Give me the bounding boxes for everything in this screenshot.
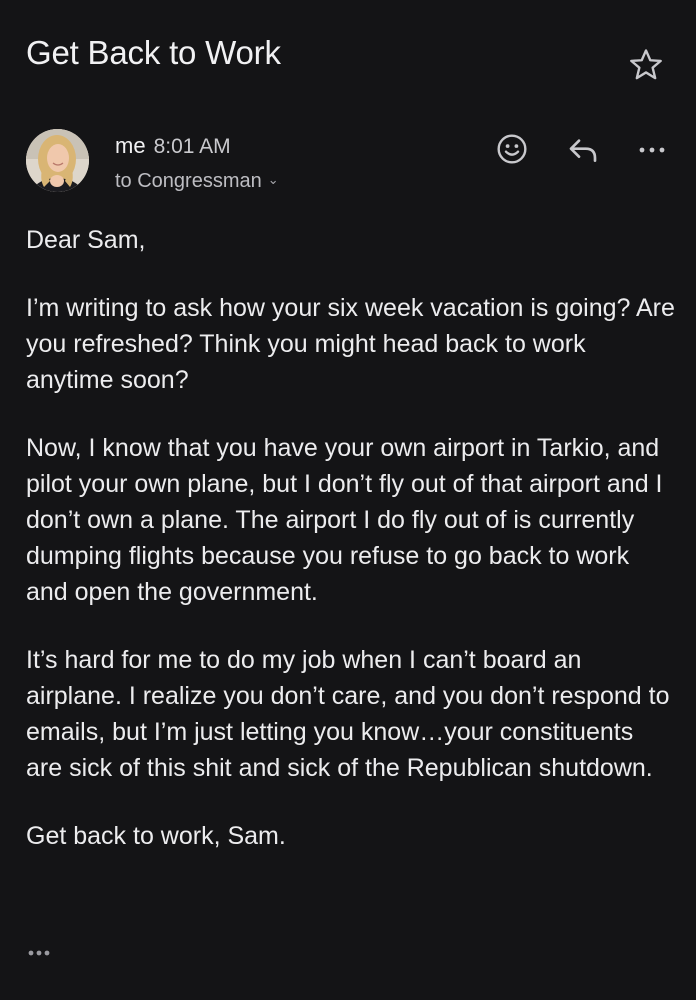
recipient-details-toggle[interactable]: to Congressman ⌄ [115,170,279,193]
greeting-line: Dear Sam, [26,226,146,254]
recipient-text: to Congressman [115,170,262,192]
sender-name: me [115,133,146,158]
ellipsis-icon[interactable] [26,945,56,961]
star-icon[interactable] [627,46,665,84]
body-paragraph-3: It’s hard for me to do my job when I can… [26,646,670,782]
sent-time: 8:01 AM [153,135,231,158]
body-paragraph-2: Now, I know that you have your own airpo… [26,434,663,606]
avatar[interactable] [26,129,89,192]
avatar-photo [26,129,89,192]
reply-icon[interactable] [567,136,599,164]
email-body: Dear Sam, I’m writing to ask how your si… [26,222,676,886]
body-paragraph-1: I’m writing to ask how your six week vac… [26,294,675,394]
smiley-icon[interactable] [496,133,528,165]
closing-line: Get back to work, Sam. [26,822,286,850]
more-horizontal-icon[interactable] [637,140,667,160]
sender-line: me 8:01 AM [115,133,231,159]
chevron-down-icon: ⌄ [267,172,279,187]
email-subject: Get Back to Work [26,34,281,71]
